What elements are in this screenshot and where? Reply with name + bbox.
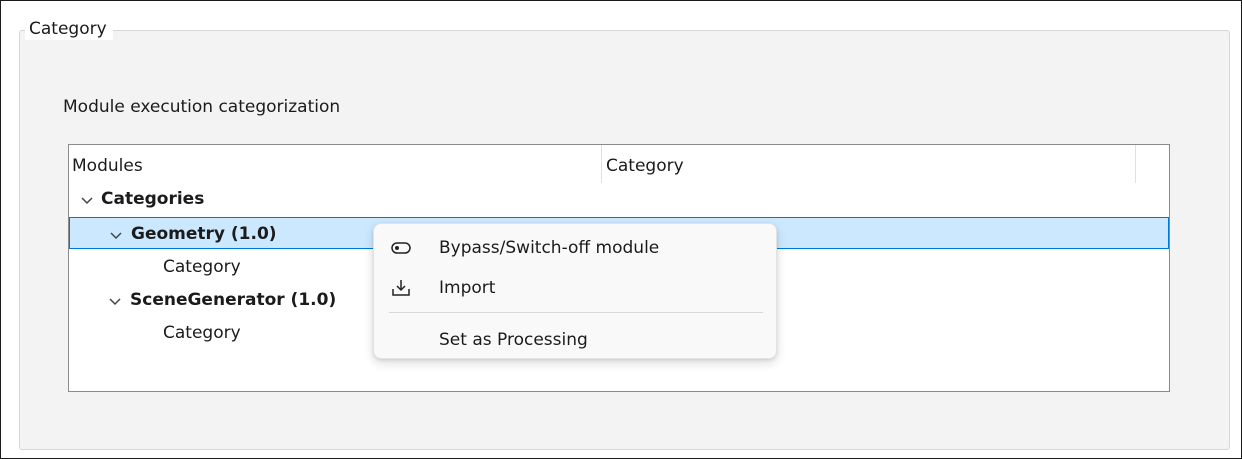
tree-row-label: Category bbox=[163, 323, 241, 343]
menu-item-bypass[interactable]: Bypass/Switch-off module bbox=[378, 230, 772, 266]
tree-row-label: Category bbox=[163, 257, 241, 277]
menu-item-label: Import bbox=[439, 278, 496, 298]
menu-separator bbox=[389, 312, 763, 313]
import-icon bbox=[392, 280, 410, 296]
tree-row-label: Categories bbox=[101, 189, 205, 209]
window-frame: Category Module execution categorization… bbox=[0, 0, 1242, 459]
groupbox-description: Module execution categorization bbox=[63, 97, 341, 117]
tree-row-label: Geometry (1.0) bbox=[131, 224, 277, 244]
chevron-down-icon[interactable] bbox=[108, 227, 124, 243]
groupbox-title: Category bbox=[25, 18, 113, 40]
menu-item-set-processing[interactable]: Set as Processing bbox=[378, 322, 772, 358]
menu-item-label: Bypass/Switch-off module bbox=[439, 238, 660, 258]
toggle-off-icon bbox=[391, 242, 411, 254]
chevron-down-icon[interactable] bbox=[79, 192, 95, 208]
chevron-down-icon[interactable] bbox=[107, 293, 123, 309]
tree-header: Modules Category bbox=[69, 145, 1169, 183]
tree-row-categories[interactable]: Categories bbox=[69, 183, 1169, 215]
menu-item-label: Set as Processing bbox=[439, 330, 588, 350]
column-header-modules[interactable]: Modules bbox=[69, 145, 602, 183]
context-menu: Bypass/Switch-off module Import Set as P… bbox=[373, 223, 777, 359]
tree-row-label: SceneGenerator (1.0) bbox=[130, 290, 337, 310]
column-header-category[interactable]: Category bbox=[603, 145, 1136, 183]
menu-item-import[interactable]: Import bbox=[378, 270, 772, 306]
